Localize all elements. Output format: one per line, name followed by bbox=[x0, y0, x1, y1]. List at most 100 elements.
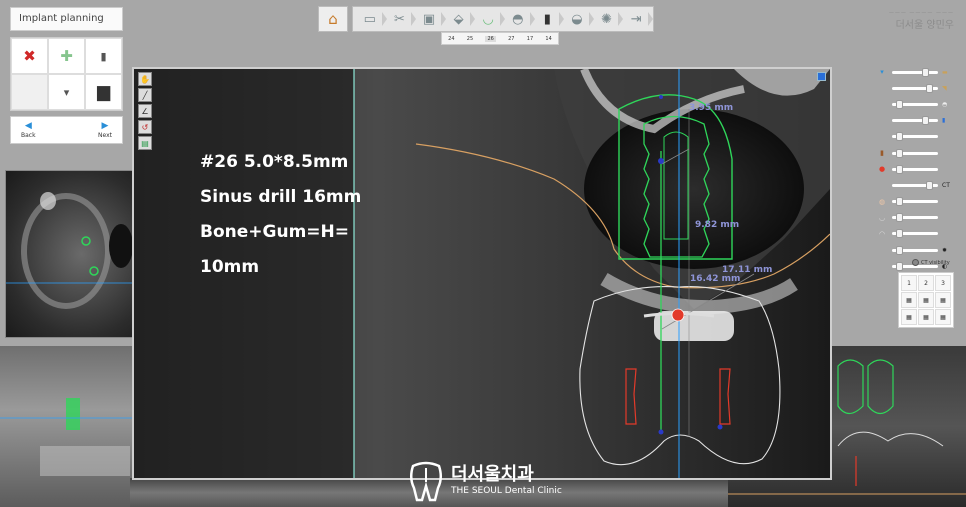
view-preset-button[interactable]: ▦ bbox=[901, 292, 917, 308]
panoramic-image bbox=[0, 398, 135, 476]
delete-icon: ✖ bbox=[23, 47, 36, 65]
step-tools-button[interactable]: ✂ bbox=[387, 8, 416, 30]
implant-bottom-marker[interactable] bbox=[658, 429, 664, 435]
opacity-slider[interactable] bbox=[892, 132, 938, 142]
implant-fixture-button[interactable]: ▮ bbox=[85, 38, 122, 74]
empty-tool-slot bbox=[11, 74, 48, 110]
implant-top-marker[interactable] bbox=[658, 158, 664, 164]
arrow-left-icon: ◀ bbox=[24, 121, 32, 131]
step-crown-button[interactable]: ◓ bbox=[505, 8, 535, 30]
delete-implant-button[interactable]: ✖ bbox=[11, 38, 48, 74]
angle-tool-button[interactable]: ∠ bbox=[138, 104, 152, 118]
slider-handle[interactable] bbox=[926, 83, 933, 93]
slider-handle[interactable] bbox=[896, 164, 903, 174]
slider-handle[interactable] bbox=[896, 213, 903, 223]
opacity-slider[interactable] bbox=[892, 148, 938, 158]
abutment-button[interactable]: ▾ bbox=[48, 74, 85, 110]
home-button[interactable]: ⌂ bbox=[318, 6, 348, 32]
slider-handle[interactable] bbox=[896, 197, 903, 207]
view-preset-button[interactable]: ▦ bbox=[918, 292, 934, 308]
ct-slider[interactable] bbox=[892, 180, 938, 190]
step-arch-button[interactable]: ◡ bbox=[475, 8, 505, 30]
step-image-button[interactable]: ▣ bbox=[416, 8, 446, 30]
slider-handle[interactable] bbox=[896, 245, 903, 255]
implant-drag-handle[interactable] bbox=[671, 308, 685, 322]
step-tooth-button[interactable]: ⬙ bbox=[446, 8, 475, 30]
opacity-slider[interactable] bbox=[892, 83, 938, 93]
clinic-header: ——— ———— ——— 더서울 양민우 bbox=[844, 10, 954, 31]
panoramic-view[interactable] bbox=[0, 346, 135, 507]
arrow-right-icon: ▶ bbox=[101, 121, 109, 131]
view-number[interactable]: 1 bbox=[901, 275, 917, 291]
reference-marker[interactable] bbox=[717, 424, 723, 430]
tooth-number-selected[interactable]: 26 bbox=[485, 35, 496, 42]
view-preset-button[interactable]: ▦ bbox=[935, 292, 951, 308]
slider-handle[interactable] bbox=[896, 132, 903, 142]
ruler-tool-button[interactable]: ╱ bbox=[138, 88, 152, 102]
blank-icon bbox=[876, 245, 888, 255]
export-icon: ⇥ bbox=[630, 11, 642, 27]
apex-marker[interactable] bbox=[659, 95, 663, 99]
step-guide-button[interactable]: ◒ bbox=[564, 8, 594, 30]
back-button[interactable]: ◀ Back bbox=[21, 121, 36, 139]
crown-icon: ◓ bbox=[512, 11, 524, 27]
step-drill-button[interactable]: ✺ bbox=[594, 8, 623, 30]
maximize-icon[interactable] bbox=[817, 72, 826, 81]
home-icon: ⌂ bbox=[328, 10, 338, 28]
tooth-number[interactable]: 25 bbox=[467, 36, 473, 42]
implant-note: #26 5.0*8.5mm Sinus drill 16mm Bone+Gum=… bbox=[200, 145, 361, 285]
view-number[interactable]: 2 bbox=[918, 275, 934, 291]
view-preset-button[interactable]: ▦ bbox=[918, 309, 934, 325]
blank-icon bbox=[942, 229, 954, 239]
watermark-english-name: THE SEOUL Dental Clinic bbox=[451, 486, 562, 496]
slider-handle[interactable] bbox=[922, 67, 929, 77]
workflow-step-bar: ▭ ✂ ▣ ⬙ ◡ ◓ ▮ ◒ ✺ ⇥ bbox=[352, 6, 654, 32]
tooth-number[interactable]: 27 bbox=[508, 36, 514, 42]
next-button[interactable]: ▶ Next bbox=[98, 121, 112, 139]
opacity-slider[interactable] bbox=[892, 67, 938, 77]
snapshot-tool-button[interactable]: ▤ bbox=[138, 136, 152, 150]
opacity-slider[interactable] bbox=[892, 164, 938, 174]
watermark-korean-name: 더서울치과 bbox=[451, 464, 534, 485]
arch-icon: ◡ bbox=[482, 11, 494, 27]
tooth-number[interactable]: 14 bbox=[545, 36, 551, 42]
tooth-number[interactable]: 17 bbox=[527, 36, 533, 42]
view-preset-button[interactable]: ▦ bbox=[935, 309, 951, 325]
add-implant-button[interactable]: ✚ bbox=[48, 38, 85, 74]
opacity-slider[interactable] bbox=[892, 99, 938, 109]
implant-icon: ▮ bbox=[543, 11, 551, 27]
opacity-slider[interactable] bbox=[892, 116, 938, 126]
slider-row bbox=[876, 129, 956, 145]
tooth-logo-icon bbox=[410, 461, 442, 502]
tooth-number[interactable]: 24 bbox=[448, 36, 454, 42]
opacity-slider[interactable] bbox=[892, 245, 938, 255]
slider-handle[interactable] bbox=[926, 180, 933, 190]
hand-icon: ✋ bbox=[140, 74, 150, 84]
healing-cap-button[interactable]: ▆ bbox=[85, 74, 122, 110]
hand-tool-button[interactable]: ✋ bbox=[138, 72, 152, 86]
tooth-icon: ⬙ bbox=[453, 11, 464, 27]
implant-model-icon: ▮ bbox=[942, 117, 946, 125]
slider-handle[interactable] bbox=[896, 261, 903, 271]
step-implant-button[interactable]: ▮ bbox=[535, 8, 564, 30]
opacity-slider[interactable] bbox=[892, 197, 938, 207]
step-scan-button[interactable]: ▭ bbox=[357, 8, 387, 30]
main-ct-viewer[interactable]: ✋ ╱ ∠ ↺ ▤ #26 5.0*8.5mm Sinus drill 16mm… bbox=[132, 67, 832, 480]
reset-tool-button[interactable]: ↺ bbox=[138, 120, 152, 134]
opacity-slider[interactable] bbox=[892, 213, 938, 223]
slider-handle[interactable] bbox=[922, 116, 929, 126]
measurement-label: 16.42 mm bbox=[690, 274, 741, 284]
blank-icon bbox=[876, 261, 888, 271]
slider-handle[interactable] bbox=[896, 148, 903, 158]
opacity-slider[interactable] bbox=[892, 229, 938, 239]
view-preset-button[interactable]: ▦ bbox=[901, 309, 917, 325]
view-number[interactable]: 3 bbox=[935, 275, 951, 291]
slider-handle[interactable] bbox=[896, 99, 903, 109]
slider-handle[interactable] bbox=[896, 229, 903, 239]
step-export-button[interactable]: ⇥ bbox=[623, 8, 653, 30]
axial-ct-view[interactable] bbox=[5, 170, 133, 338]
maxillary-sinus bbox=[584, 109, 804, 269]
blank-icon bbox=[876, 83, 888, 93]
scan-check-icon: ▭ bbox=[363, 11, 376, 27]
ct-visibility-toggle[interactable]: CT visibility bbox=[912, 259, 950, 266]
